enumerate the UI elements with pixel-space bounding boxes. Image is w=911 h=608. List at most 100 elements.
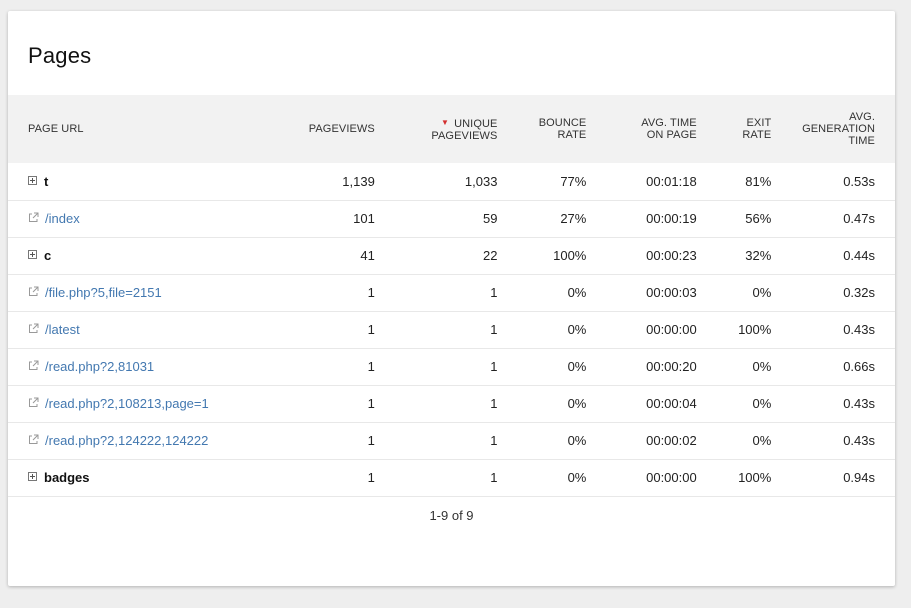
cell-bounce-rate: 0%	[497, 385, 587, 423]
external-link-icon[interactable]	[28, 322, 39, 333]
cell-page-url: badges	[8, 459, 269, 497]
cell-avg-time-on-page: 00:00:23	[586, 237, 697, 275]
cell-avg-time-on-page: 00:00:03	[586, 274, 697, 312]
table-header: PAGE URL PAGEVIEWS ▼ UNIQUE PAGEVIEWS BOU…	[8, 95, 895, 163]
column-header-label: PAGEVIEWS	[431, 129, 498, 142]
cell-bounce-rate: 0%	[497, 311, 587, 349]
cell-bounce-rate: 0%	[497, 422, 587, 460]
column-header-exit-rate[interactable]: EXIT RATE	[697, 95, 772, 163]
cell-page-url: /file.php?5,file=2151	[8, 274, 269, 312]
column-header-label: PAGEVIEWS	[308, 123, 375, 135]
cell-avg-time-on-page: 00:00:00	[586, 311, 697, 349]
column-header-label: AVG.	[849, 111, 875, 123]
external-link-icon[interactable]	[28, 285, 39, 296]
column-header-avg-generation-time[interactable]: AVG. GENERATION TIME	[771, 95, 895, 163]
page-url-link[interactable]: /latest	[45, 322, 80, 337]
cell-exit-rate: 0%	[696, 422, 772, 460]
column-header-label: ON PAGE	[646, 129, 697, 141]
page-url-link[interactable]: /read.php?2,108213,page=1	[45, 396, 209, 411]
table-row[interactable]: /latest 1 1 0% 00:00:00 100% 0.43s	[8, 311, 895, 349]
cell-avg-generation-time: 0.43s	[771, 385, 895, 423]
cell-exit-rate: 0%	[696, 385, 772, 423]
cell-exit-rate: 100%	[696, 311, 772, 349]
page-url-link[interactable]: /read.php?2,124222,124222	[45, 433, 208, 448]
cell-bounce-rate: 100%	[497, 237, 587, 275]
pages-table: PAGE URL PAGEVIEWS ▼ UNIQUE PAGEVIEWS BOU…	[8, 95, 895, 497]
cell-pageviews: 1	[268, 422, 375, 460]
cell-pageviews: 1	[268, 311, 375, 349]
column-header-label: TIME	[848, 135, 875, 147]
cell-exit-rate: 0%	[696, 274, 772, 312]
column-header-bounce-rate[interactable]: BOUNCE RATE	[497, 95, 587, 163]
external-link-icon[interactable]	[28, 359, 39, 370]
column-header-label: EXIT	[746, 117, 772, 129]
column-header-label: AVG. TIME	[641, 117, 697, 129]
cell-unique-pageviews: 1	[374, 274, 498, 312]
cell-page-url: /index	[8, 200, 269, 238]
cell-avg-time-on-page: 00:00:20	[586, 348, 697, 386]
table-row[interactable]: /read.php?2,81031 1 1 0% 00:00:20 0% 0.66s	[8, 348, 895, 386]
table-row[interactable]: /read.php?2,108213,page=1 1 1 0% 00:00:04 0% 0…	[8, 385, 895, 423]
table-row[interactable]: c 41 22 100% 00:00:23 32% 0.44s	[8, 237, 895, 275]
page-url-link[interactable]: /index	[45, 211, 80, 226]
column-header-pageviews[interactable]: PAGEVIEWS	[269, 95, 375, 163]
cell-unique-pageviews: 1	[374, 385, 498, 423]
folder-label[interactable]: t	[44, 174, 48, 189]
expand-icon[interactable]	[28, 472, 37, 481]
table-row[interactable]: /file.php?5,file=2151 1 1 0% 00:00:03 0% 0.32s	[8, 274, 895, 312]
cell-page-url: /latest	[8, 311, 269, 349]
folder-label[interactable]: badges	[44, 470, 90, 485]
cell-avg-time-on-page: 00:00:04	[586, 385, 697, 423]
cell-pageviews: 1,139	[268, 163, 375, 201]
cell-unique-pageviews: 1	[374, 311, 498, 349]
header-row: PAGE URL PAGEVIEWS ▼ UNIQUE PAGEVIEWS BOU…	[8, 95, 895, 163]
page-url-link[interactable]: /file.php?5,file=2151	[45, 285, 162, 300]
cell-avg-time-on-page: 00:00:00	[586, 459, 697, 497]
cell-page-url: t	[8, 163, 269, 201]
external-link-icon[interactable]	[28, 211, 39, 222]
table-row[interactable]: t 1,139 1,033 77% 00:01:18 81% 0.53s	[8, 163, 895, 201]
cell-page-url: /read.php?2,108213,page=1	[8, 385, 269, 423]
cell-bounce-rate: 0%	[497, 459, 587, 497]
cell-avg-generation-time: 0.43s	[771, 311, 895, 349]
table-row[interactable]: /read.php?2,124222,124222 1 1 0% 00:00:02 0% 0…	[8, 422, 895, 460]
column-header-unique-pageviews[interactable]: ▼ UNIQUE PAGEVIEWS	[375, 95, 498, 163]
cell-unique-pageviews: 1,033	[374, 163, 498, 201]
cell-avg-time-on-page: 00:01:18	[586, 163, 697, 201]
column-header-label: UNIQUE	[454, 117, 498, 130]
external-link-icon[interactable]	[28, 433, 39, 444]
pagination-summary: 1-9 of 9	[429, 508, 474, 523]
external-link-icon[interactable]	[28, 396, 39, 407]
cell-bounce-rate: 27%	[497, 200, 587, 238]
cell-pageviews: 1	[268, 385, 375, 423]
cell-pageviews: 1	[268, 348, 375, 386]
cell-page-url: /read.php?2,81031	[8, 348, 269, 386]
column-header-label: BOUNCE	[538, 117, 587, 129]
column-header-label: RATE	[742, 129, 772, 141]
cell-bounce-rate: 0%	[497, 348, 587, 386]
table-row[interactable]: /index 101 59 27% 00:00:19 56% 0.47s	[8, 200, 895, 238]
cell-unique-pageviews: 1	[374, 459, 498, 497]
cell-page-url: /read.php?2,124222,124222	[8, 422, 269, 460]
pages-report-card: Pages PAGE URL PAGEVIEWS ▼ UNIQUE PAGEVIE…	[8, 11, 895, 586]
cell-pageviews: 41	[268, 237, 375, 275]
sort-descending-icon: ▼	[441, 117, 450, 127]
cell-pageviews: 1	[268, 459, 375, 497]
cell-avg-time-on-page: 00:00:02	[586, 422, 697, 460]
column-header-avg-time-on-page[interactable]: AVG. TIME ON PAGE	[586, 95, 696, 163]
table-row[interactable]: badges 1 1 0% 00:00:00 100% 0.94s	[8, 459, 895, 497]
cell-avg-generation-time: 0.66s	[771, 348, 895, 386]
column-header-page-url[interactable]: PAGE URL	[8, 95, 269, 163]
cell-pageviews: 1	[268, 274, 375, 312]
expand-icon[interactable]	[28, 175, 37, 185]
cell-pageviews: 101	[268, 200, 375, 238]
expand-icon[interactable]	[28, 250, 37, 259]
cell-avg-time-on-page: 00:00:19	[586, 200, 697, 238]
folder-label[interactable]: c	[44, 248, 51, 263]
page-url-link[interactable]: /read.php?2,81031	[45, 359, 154, 374]
cell-unique-pageviews: 59	[374, 200, 498, 238]
cell-unique-pageviews: 1	[374, 348, 498, 386]
card-title: Pages	[28, 43, 92, 68]
column-header-label: PAGE URL	[28, 123, 84, 135]
cell-avg-generation-time: 0.53s	[771, 163, 895, 201]
